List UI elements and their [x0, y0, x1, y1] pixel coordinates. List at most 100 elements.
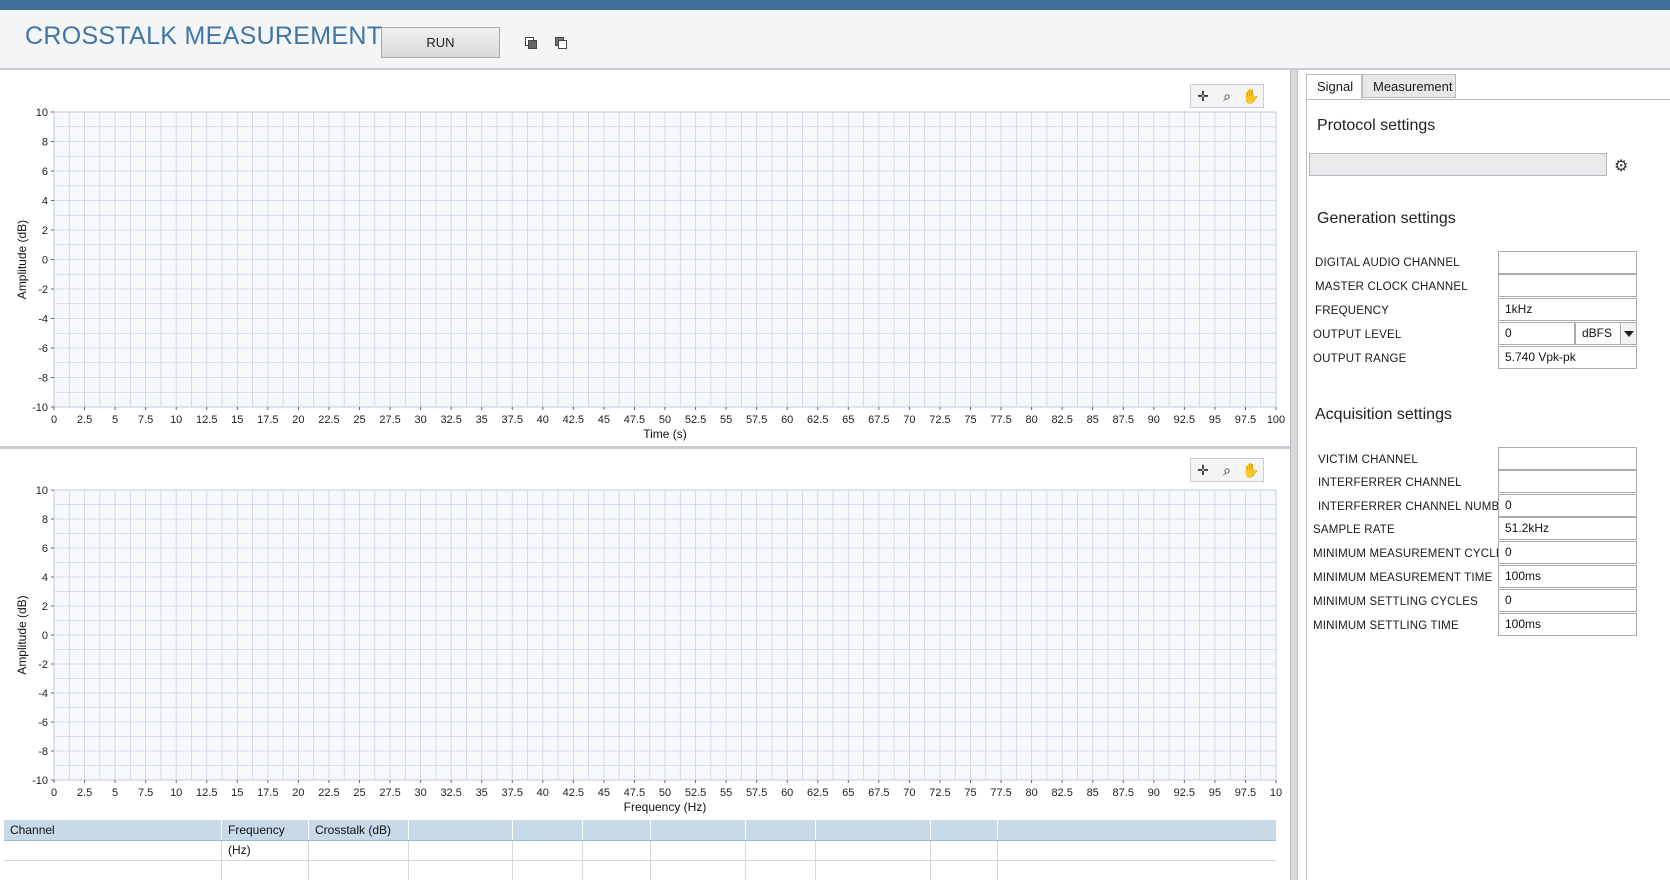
x-tick-label: 57.5 [746, 414, 767, 426]
x-tick-label: 7.5 [138, 787, 153, 799]
y-tick-label: 6 [42, 166, 48, 178]
min-settling-cycles-field[interactable]: 0 [1498, 589, 1637, 612]
column-header-empty[interactable] [931, 820, 998, 840]
output-range-label: OUTPUT RANGE [1313, 353, 1407, 365]
pane-splitter[interactable] [1290, 70, 1298, 880]
y-tick-label: 8 [42, 514, 48, 526]
interferrer-channel-number-field[interactable]: 0 [1498, 494, 1637, 517]
y-tick-label: -2 [38, 659, 48, 671]
output-level-unit-select[interactable]: dBFS [1575, 322, 1621, 345]
protocol-settings-heading: Protocol settings [1317, 117, 1436, 134]
gear-icon[interactable]: ⚙ [1614, 156, 1628, 176]
x-tick-label: 82.5 [1051, 787, 1072, 799]
x-tick-label: 62.5 [807, 414, 828, 426]
column-header-frequency[interactable]: Frequency (Hz) [222, 820, 309, 857]
cursor-tool-icon[interactable]: ✛ [1191, 85, 1215, 107]
x-tick-label: 52.5 [685, 787, 706, 799]
x-tick-label: 35 [476, 414, 488, 426]
min-settling-cycles-label: MINIMUM SETTLING CYCLES [1313, 596, 1478, 608]
x-tick-label: 95 [1209, 787, 1221, 799]
x-tick-label: 12.5 [196, 787, 217, 799]
column-header-channel[interactable]: Channel [4, 820, 222, 840]
graph-bottom-toolbar: ✛ ⌕ ✋ [1190, 458, 1264, 482]
y-tick-label: -8 [38, 373, 48, 385]
frequency-domain-graph[interactable]: 1086420-2-4-6-8-100 2.5 5 7.5 10 12.5 15 17.5 20… [0, 449, 1290, 819]
min-measurement-time-field[interactable]: 100ms [1498, 565, 1637, 588]
y-axis-label: Amplitude (dB) [15, 220, 29, 299]
x-tick-label: 70 [903, 414, 915, 426]
frequency-field[interactable]: 1kHz [1498, 298, 1637, 321]
pan-hand-icon[interactable]: ✋ [1239, 85, 1263, 107]
x-tick-label: 87.5 [1113, 787, 1134, 799]
x-tick-label: 27.5 [379, 414, 400, 426]
x-tick-label: 75 [964, 414, 976, 426]
x-tick-label: 40 [537, 414, 549, 426]
x-tick-label: 100 [1267, 414, 1285, 426]
protocol-field[interactable] [1309, 153, 1607, 176]
table-row[interactable] [4, 841, 1276, 861]
sample-rate-field[interactable]: 51.2kHz [1498, 517, 1637, 540]
x-tick-label: 65 [842, 787, 854, 799]
run-button[interactable]: RUN [381, 27, 500, 58]
tab-signal[interactable]: Signal [1306, 74, 1362, 100]
chevron-down-icon[interactable] [1620, 322, 1637, 345]
table-row[interactable] [4, 861, 1276, 880]
x-tick-label: 30 [414, 414, 426, 426]
y-tick-label: 2 [42, 225, 48, 237]
app-title: CROSSTALK MEASUREMENT [25, 22, 383, 50]
tab-measurement[interactable]: Measurement [1362, 74, 1456, 98]
column-header-crosstalk[interactable]: Crosstalk (dB) [309, 820, 409, 840]
x-tick-label: 60 [781, 787, 793, 799]
x-tick-label: 42.5 [563, 414, 584, 426]
x-tick-label: 10 [170, 787, 182, 799]
x-tick-label: 40 [537, 787, 549, 799]
y-tick-label: 4 [42, 572, 48, 584]
x-tick-label: 15 [231, 787, 243, 799]
column-header-empty[interactable] [409, 820, 513, 840]
time-domain-graph[interactable]: 1086420-2-4-6-8-100 2.5 5 7.5 10 12.5 15 17.5 20… [0, 70, 1290, 446]
cursor-tool-icon[interactable]: ✛ [1191, 459, 1215, 481]
zoom-tool-icon[interactable]: ⌕ [1215, 459, 1239, 481]
column-header-empty[interactable] [651, 820, 746, 840]
min-measurement-cycles-field[interactable]: 0 [1498, 541, 1637, 564]
y-tick-label: -6 [38, 343, 48, 355]
x-tick-label: 67.5 [868, 787, 889, 799]
x-tick-label: 10 [170, 414, 182, 426]
x-tick-label: 67.5 [868, 414, 889, 426]
x-tick-label: 90 [1148, 414, 1160, 426]
x-tick-label: 22.5 [318, 414, 339, 426]
digital-audio-channel-field[interactable] [1498, 251, 1637, 274]
column-header-empty[interactable] [583, 820, 651, 840]
x-tick-label: 80 [1025, 414, 1037, 426]
x-tick-label: 32.5 [440, 787, 461, 799]
x-tick-label: 82.5 [1051, 414, 1072, 426]
y-tick-label: -6 [38, 717, 48, 729]
digital-audio-channel-label: DIGITAL AUDIO CHANNEL [1315, 257, 1460, 269]
x-tick-label: 60 [781, 414, 793, 426]
min-settling-time-field[interactable]: 100ms [1498, 613, 1637, 636]
master-clock-channel-field[interactable] [1498, 274, 1637, 297]
x-tick-label: 72.5 [929, 787, 950, 799]
column-header-empty[interactable] [998, 820, 1276, 840]
table-header: Channel Frequency (Hz) Crosstalk (dB) [4, 820, 1276, 857]
header-bar: CROSSTALK MEASUREMENT RUN [0, 10, 1670, 70]
zoom-tool-icon[interactable]: ⌕ [1215, 85, 1239, 107]
victim-channel-field[interactable] [1498, 447, 1637, 470]
x-tick-label: 72.5 [929, 414, 950, 426]
restore-window-icon[interactable] [555, 37, 567, 49]
column-header-empty[interactable] [816, 820, 931, 840]
output-level-label: OUTPUT LEVEL [1313, 329, 1402, 341]
y-tick-label: -4 [38, 688, 48, 700]
y-tick-label: -10 [32, 775, 48, 787]
x-tick-label: 90 [1148, 787, 1160, 799]
x-tick-label: 50 [659, 414, 671, 426]
copy-window-icon[interactable] [525, 37, 537, 49]
interferrer-channel-field[interactable] [1498, 470, 1637, 493]
output-level-field[interactable]: 0 [1498, 322, 1575, 345]
y-tick-label: 6 [42, 543, 48, 555]
x-tick-label: 87.5 [1113, 414, 1134, 426]
pan-hand-icon[interactable]: ✋ [1239, 459, 1263, 481]
column-header-empty[interactable] [746, 820, 816, 840]
column-header-empty[interactable] [513, 820, 583, 840]
x-tick-label: 50 [659, 787, 671, 799]
